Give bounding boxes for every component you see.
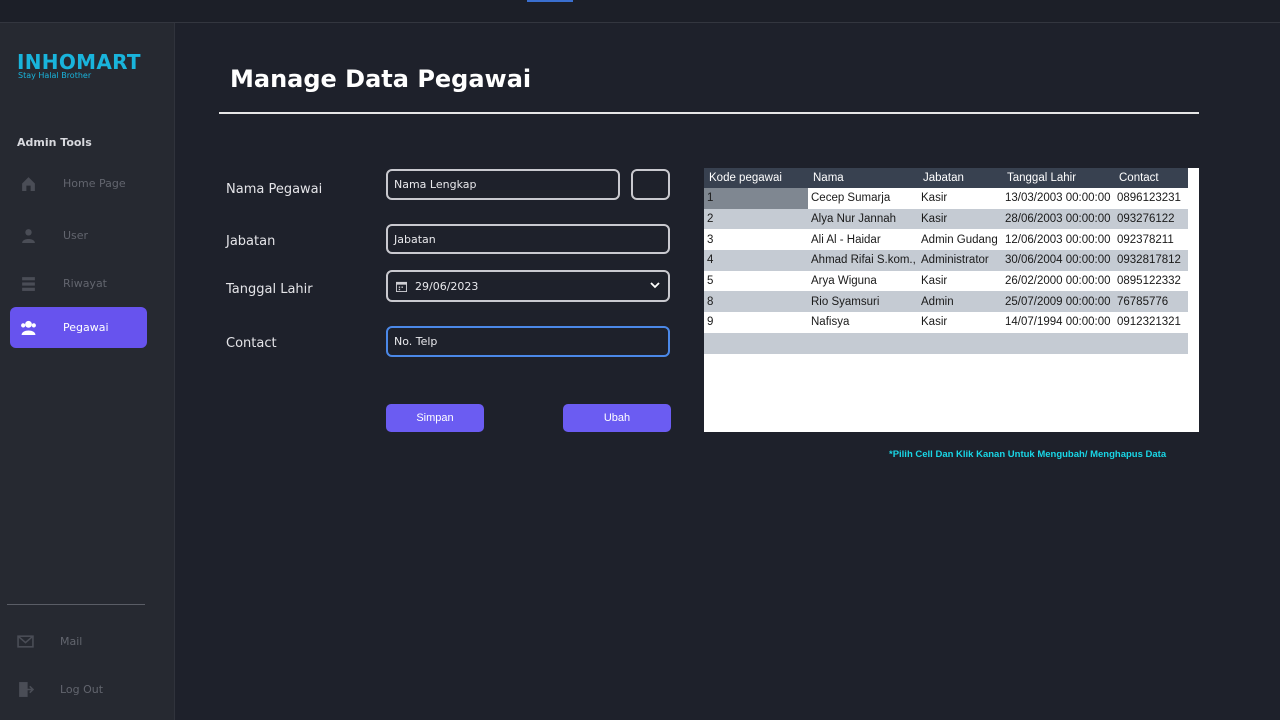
table-cell[interactable]: 093276122	[1114, 208, 1188, 230]
tanggal-lahir-label: Tanggal Lahir	[226, 282, 313, 297]
table-cell[interactable]: Arya Wiguna	[808, 270, 918, 292]
jabatan-placeholder: Jabatan	[394, 232, 436, 246]
sidebar-item-riwayat[interactable]: Riwayat	[10, 263, 147, 304]
table-header-row: Kode pegawai Nama Jabatan Tanggal Lahir …	[704, 168, 1188, 188]
table-cell[interactable]: 25/07/2009 00:00:00	[1002, 291, 1114, 313]
window-top-bar	[0, 0, 1280, 23]
employee-table[interactable]: Kode pegawai Nama Jabatan Tanggal Lahir …	[704, 168, 1188, 354]
simpan-button[interactable]: Simpan	[386, 404, 484, 432]
sidebar-item-home-page[interactable]: Home Page	[10, 163, 147, 204]
table-cell[interactable]: Ali Al - Haidar	[808, 229, 918, 251]
table-cell[interactable]: 14/07/1994 00:00:00	[1002, 312, 1114, 333]
nama-lengkap-placeholder: Nama Lengkap	[394, 178, 477, 191]
table-cell[interactable]: 0932817812	[1114, 250, 1188, 271]
table-cell[interactable]: 13/03/2003 00:00:00	[1002, 188, 1114, 209]
page-title: Manage Data Pegawai	[230, 65, 532, 93]
table-cell[interactable]: Kasir	[918, 312, 1002, 333]
table-cell[interactable]: 0912321321	[1114, 312, 1188, 333]
table-cell[interactable]: Administrator	[918, 250, 1002, 271]
table-row[interactable]: 1 Cecep Sumarja Kasir 13/03/2003 00:00:0…	[704, 188, 1188, 209]
table-cell[interactable]: 9	[704, 312, 808, 333]
jabatan-label: Jabatan	[226, 234, 276, 249]
table-row[interactable]: 9 Nafisya Kasir 14/07/1994 00:00:00 0912…	[704, 312, 1188, 333]
table-row[interactable]: 2 Alya Nur Jannah Kasir 28/06/2003 00:00…	[704, 208, 1188, 230]
app-tagline: Stay Halal Brother	[18, 71, 92, 80]
column-header[interactable]: Jabatan	[918, 168, 1002, 188]
tanggal-lahir-picker[interactable]: 29/06/2023	[386, 270, 670, 302]
nama-pegawai-label: Nama Pegawai	[226, 182, 323, 197]
jabatan-input[interactable]: Jabatan	[386, 224, 670, 254]
contact-placeholder: No. Telp	[394, 335, 438, 348]
table-cell[interactable]: Ahmad Rifai S.kom.,	[808, 250, 918, 271]
table-cell[interactable]: Cecep Sumarja	[808, 188, 918, 209]
section-label: Admin Tools	[17, 136, 92, 149]
table-row[interactable]: 3 Ali Al - Haidar Admin Gudang 12/06/200…	[704, 229, 1188, 251]
sidebar-item-mail[interactable]: Mail	[10, 621, 147, 662]
column-header[interactable]: Tanggal Lahir	[1002, 168, 1114, 188]
sidebar: INHOMART Stay Halal Brother Admin Tools …	[0, 23, 175, 720]
table-cell[interactable]: 5	[704, 270, 808, 292]
chevron-down-icon[interactable]	[650, 280, 660, 290]
table-new-row[interactable]	[704, 332, 1188, 354]
column-header[interactable]: Nama	[808, 168, 918, 188]
table-cell[interactable]: Kasir	[918, 208, 1002, 230]
table-cell[interactable]: Kasir	[918, 270, 1002, 292]
employee-table-panel: Kode pegawai Nama Jabatan Tanggal Lahir …	[704, 168, 1199, 432]
calendar-icon	[396, 281, 407, 292]
logout-icon	[19, 682, 34, 697]
sidebar-item-label: Home Page	[63, 177, 126, 190]
column-header[interactable]: Kode pegawai	[704, 168, 808, 188]
nama-lengkap-input[interactable]: Nama Lengkap	[386, 169, 620, 200]
sidebar-item-label: Riwayat	[63, 277, 107, 290]
top-bar-indicator	[527, 0, 573, 2]
sidebar-item-label: Pegawai	[63, 321, 109, 334]
title-underline	[219, 112, 1199, 114]
table-cell[interactable]: Admin	[918, 291, 1002, 313]
table-cell[interactable]: Kasir	[918, 188, 1002, 209]
table-cell[interactable]: 12/06/2003 00:00:00	[1002, 229, 1114, 251]
table-cell[interactable]: Alya Nur Jannah	[808, 208, 918, 230]
table-cell[interactable]: 26/02/2000 00:00:00	[1002, 270, 1114, 292]
ubah-button[interactable]: Ubah	[563, 404, 671, 432]
sidebar-item-label: Log Out	[60, 683, 104, 696]
table-row[interactable]: 5 Arya Wiguna Kasir 26/02/2000 00:00:00 …	[704, 270, 1188, 292]
employees-icon	[21, 320, 36, 335]
table-hint-text: *Pilih Cell Dan Klik Kanan Untuk Menguba…	[889, 449, 1167, 460]
sidebar-item-pegawai[interactable]: Pegawai	[10, 307, 147, 348]
contact-label: Contact	[226, 336, 277, 351]
table-cell[interactable]: 30/06/2004 00:00:00	[1002, 250, 1114, 271]
column-header[interactable]: Contact	[1114, 168, 1188, 188]
sidebar-item-user[interactable]: User	[10, 215, 147, 256]
home-icon	[22, 177, 35, 191]
table-row[interactable]: 4 Ahmad Rifai S.kom., Administrator 30/0…	[704, 250, 1188, 271]
table-row[interactable]: 8 Rio Syamsuri Admin 25/07/2009 00:00:00…	[704, 291, 1188, 313]
sidebar-item-label: Mail	[60, 635, 83, 648]
photo-box[interactable]	[631, 169, 670, 200]
table-cell[interactable]: 0895122332	[1114, 270, 1188, 292]
table-cell[interactable]: 3	[704, 229, 808, 251]
sidebar-divider	[7, 604, 145, 605]
table-cell[interactable]: Rio Syamsuri	[808, 291, 918, 313]
table-cell[interactable]: Admin Gudang	[918, 229, 1002, 251]
user-icon	[22, 229, 35, 243]
table-cell[interactable]: 28/06/2003 00:00:00	[1002, 208, 1114, 230]
table-cell[interactable]: 0896123231	[1114, 188, 1188, 209]
tanggal-lahir-value: 29/06/2023	[415, 279, 479, 293]
table-cell[interactable]: 8	[704, 291, 808, 313]
table-cell[interactable]: 092378211	[1114, 229, 1188, 251]
table-cell[interactable]: 2	[704, 208, 808, 230]
mail-icon	[17, 635, 34, 648]
sidebar-item-label: User	[63, 229, 89, 242]
table-cell[interactable]: 4	[704, 250, 808, 271]
history-icon	[22, 277, 35, 291]
table-cell[interactable]: Nafisya	[808, 312, 918, 333]
contact-input[interactable]: No. Telp	[386, 326, 670, 357]
sidebar-item-log-out[interactable]: Log Out	[10, 669, 147, 710]
table-cell[interactable]: 1	[704, 188, 808, 209]
table-cell[interactable]: 76785776	[1114, 291, 1188, 313]
